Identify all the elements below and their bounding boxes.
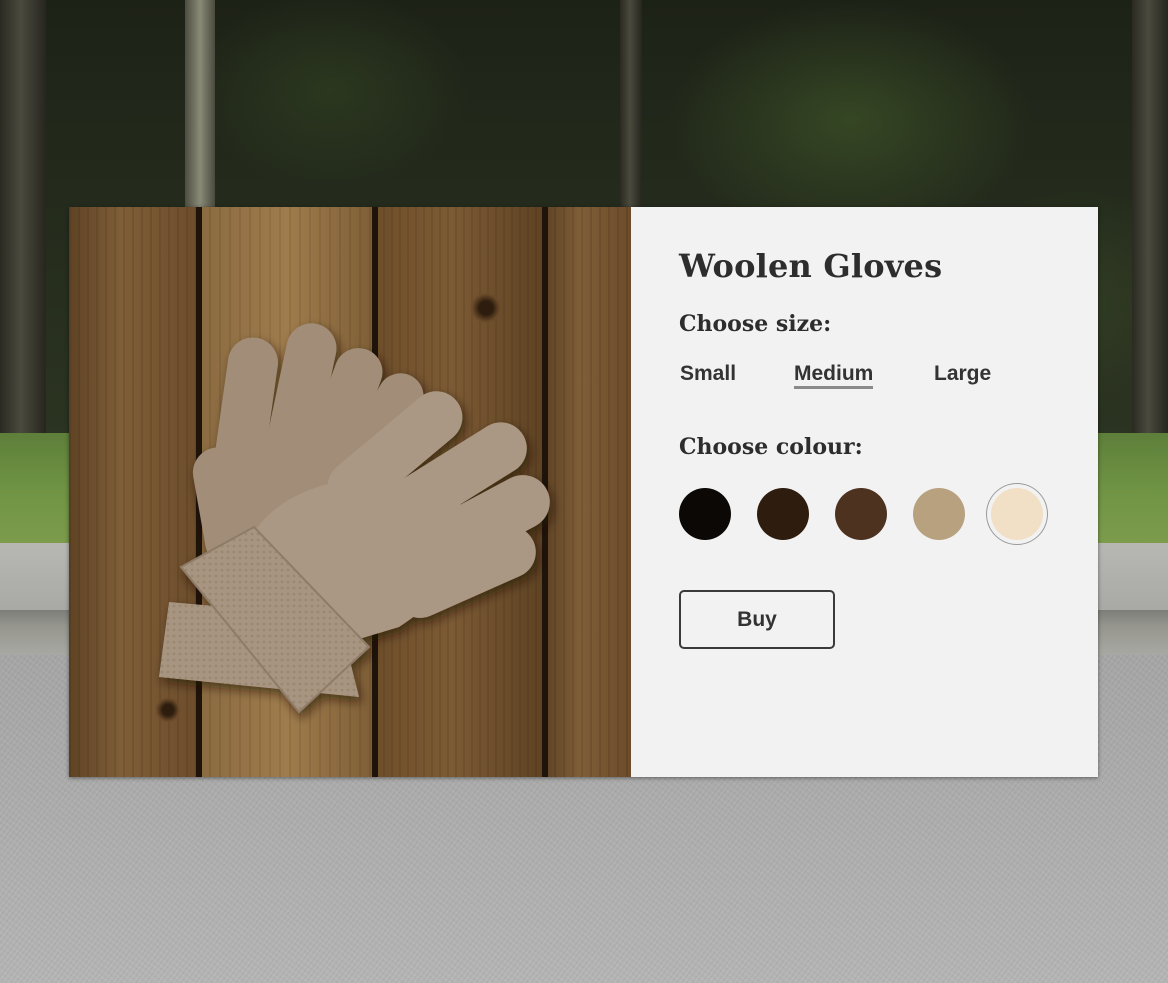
colour-heading: Choose colour: [679,434,863,460]
product-details-panel: Woolen Gloves Choose size: Small Medium … [631,207,1098,777]
size-option-medium[interactable]: Medium [793,362,933,392]
colour-swatch-brown[interactable] [835,488,887,540]
tree-trunk [1132,0,1168,440]
size-option-large[interactable]: Large [933,362,992,392]
tree-trunk [0,0,46,440]
size-option-label: Small [680,362,737,385]
product-card: Woolen Gloves Choose size: Small Medium … [69,207,1098,777]
colour-options [679,488,1098,540]
colour-swatch-black[interactable] [679,488,731,540]
colour-swatch-cream[interactable] [991,488,1043,540]
gloves-image [159,323,550,714]
size-heading: Choose size: [679,311,832,337]
size-option-label: Large [934,362,992,385]
product-title: Woolen Gloves [679,247,943,285]
product-photo [69,207,631,777]
colour-swatch-tan[interactable] [913,488,965,540]
colour-swatch-dark-brown[interactable] [757,488,809,540]
buy-button[interactable]: Buy [679,590,835,649]
size-option-small[interactable]: Small [679,362,793,392]
size-option-label: Medium [794,362,874,389]
size-options: Small Medium Large [679,362,1098,392]
